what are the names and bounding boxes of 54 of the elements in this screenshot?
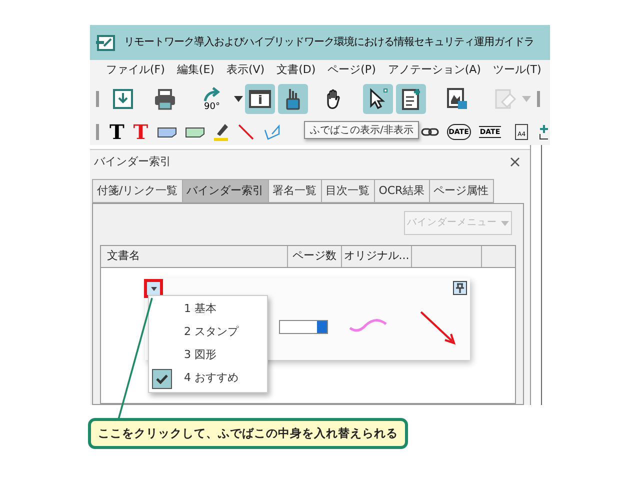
window-title: リモートワーク導入およびハイブリッドワーク環境における情報セキュリティ運用ガイドラ [124, 34, 534, 50]
app-icon [96, 34, 116, 52]
document-plus-icon [399, 87, 423, 111]
pointer-button[interactable] [363, 84, 393, 114]
eraser-icon [493, 87, 517, 111]
tab[interactable]: OCR結果 [374, 179, 430, 203]
set-dropdown-button[interactable] [147, 282, 160, 295]
text-tool[interactable]: T [132, 122, 149, 142]
highlighter-icon[interactable] [212, 122, 229, 142]
menu-item[interactable]: ファイル(F) [106, 62, 165, 78]
tab[interactable]: 目次一覧 [320, 179, 375, 203]
line-width-preview[interactable] [279, 320, 328, 334]
note-button[interactable] [396, 84, 426, 114]
chain-link-icon[interactable] [420, 126, 439, 136]
menu-item[interactable]: 3 図形 [184, 347, 216, 364]
tooltip: ふでばこの表示/非表示 [304, 121, 420, 139]
menu-item[interactable]: 表示(V) [226, 62, 265, 78]
sticky-note-icon[interactable] [156, 126, 177, 138]
info-button[interactable] [245, 84, 275, 114]
menu-item[interactable]: 編集(E) [176, 62, 214, 78]
caret-icon [150, 286, 156, 290]
callout: ここをクリックして、ふでばこの中身を入れ替えられる [88, 418, 408, 449]
column-header[interactable]: ページ数 [288, 246, 342, 267]
tab[interactable]: バインダー索引 [182, 179, 269, 203]
tab[interactable]: 署名一覧 [268, 179, 322, 203]
picture-frame-icon [445, 87, 469, 111]
download-icon [111, 87, 135, 111]
add-icon[interactable] [538, 124, 550, 140]
menu-item[interactable]: ツール(T) [492, 62, 542, 78]
menu-item[interactable]: ページ(P) [328, 62, 376, 78]
rotate-angle-label: 90° [204, 102, 220, 112]
print-icon [153, 87, 177, 111]
menu-item[interactable]: アノテーション(A) [388, 62, 481, 78]
tab[interactable]: ページ属性 [428, 179, 494, 203]
tab[interactable]: 付箋/リンク一覧 [92, 179, 183, 203]
menu-item[interactable]: 4 おすすめ [184, 370, 238, 387]
info-window-icon [248, 87, 272, 111]
check-icon [156, 374, 168, 384]
pencase-button[interactable] [278, 84, 308, 114]
line-tool-icon[interactable] [236, 122, 255, 140]
sticky-note-icon[interactable] [184, 126, 205, 138]
menu-item[interactable]: 文書(D) [276, 62, 316, 78]
pin-icon[interactable] [453, 281, 467, 295]
menu-item[interactable]: 1 基本 [184, 301, 216, 318]
polyline-tool-icon[interactable] [262, 124, 281, 140]
menu-item[interactable]: 2 スタンプ [184, 324, 238, 341]
caret-icon [501, 220, 509, 226]
arrow-icon[interactable] [419, 310, 457, 346]
close-icon[interactable] [510, 157, 520, 167]
caret-icon[interactable] [234, 96, 242, 102]
rotate-button[interactable]: 90° [193, 84, 231, 114]
text-tool[interactable]: T [108, 122, 125, 142]
column-header[interactable]: 文書名 [101, 246, 288, 267]
panel-title: バインダー索引 [94, 154, 171, 170]
